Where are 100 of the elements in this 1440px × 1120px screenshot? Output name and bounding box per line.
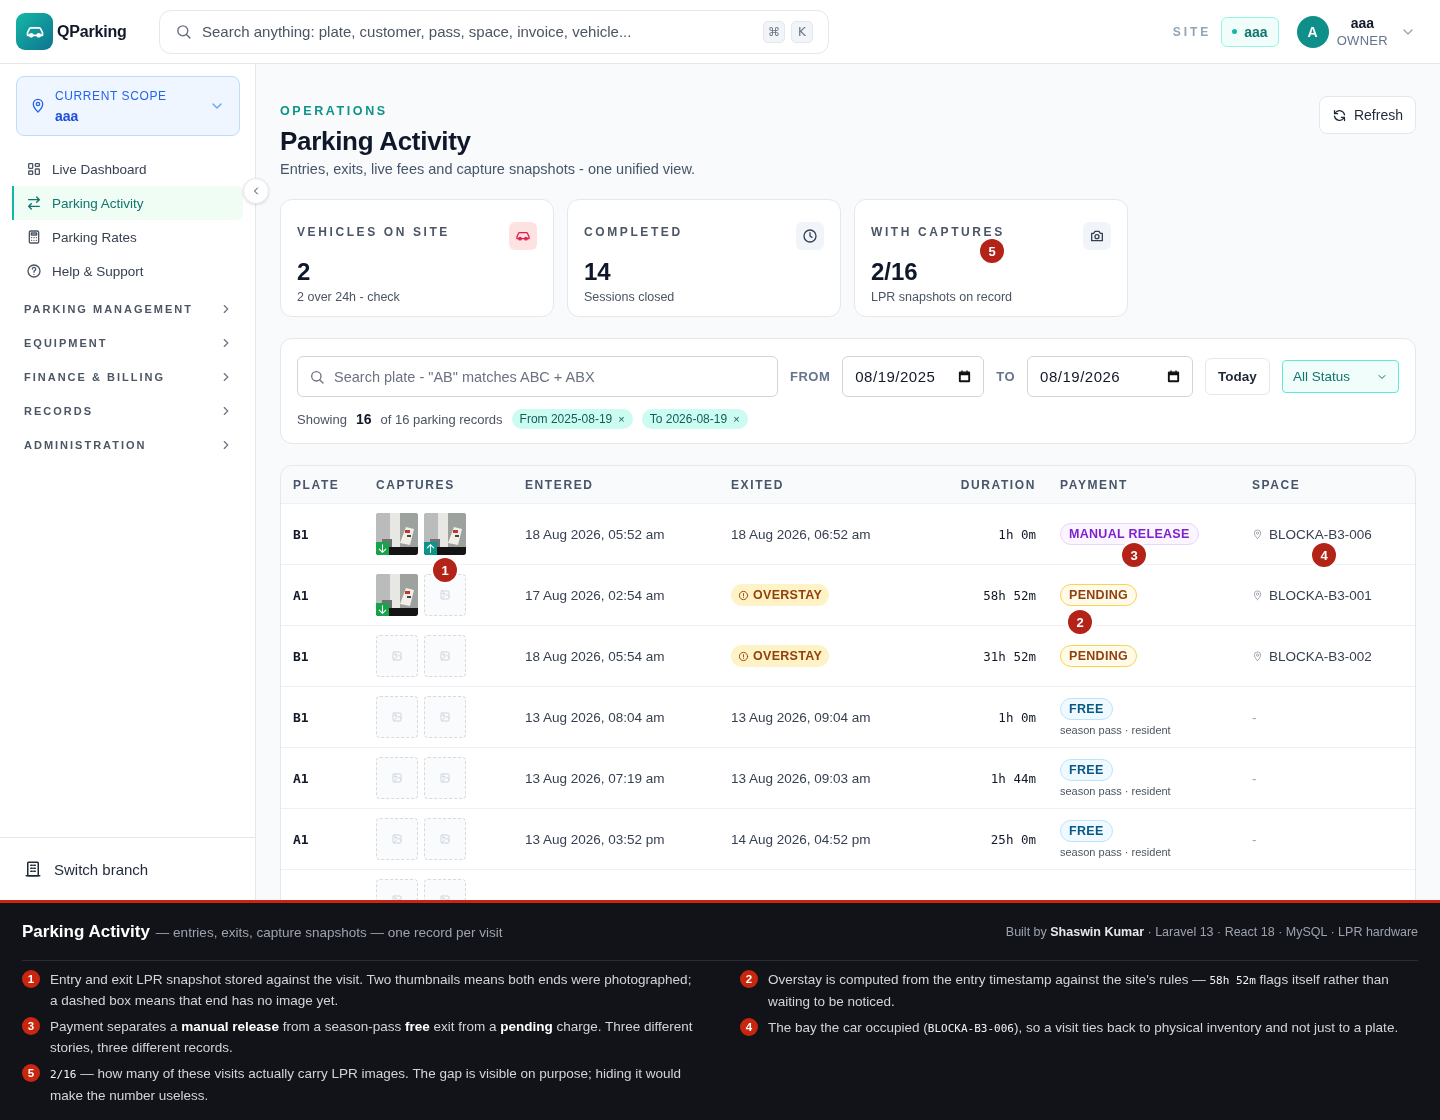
nav-section[interactable]: RECORDS <box>0 394 255 428</box>
scope-label: CURRENT SCOPE <box>55 88 168 105</box>
capture-thumbnail[interactable] <box>424 513 466 555</box>
clock-icon <box>796 222 824 250</box>
stat-label: VEHICLES ON SITE <box>297 225 450 239</box>
payment-status-badge: FREE <box>1060 820 1113 842</box>
step-marker: 3 <box>1122 543 1146 567</box>
arrow-down-icon <box>376 542 389 555</box>
arrow-up-icon <box>424 542 437 555</box>
page-title: Parking Activity <box>280 126 472 157</box>
plate-text: A1 <box>293 587 309 603</box>
duration-text: 58h 52m <box>983 587 1036 603</box>
column-header[interactable]: PAYMENT <box>1060 477 1252 492</box>
note-text: Entry and exit LPR snapshot stored against the visit. Two thumbnails means both ends were photographed; a dashed box means that end has no image yet. <box>50 971 693 1010</box>
stat-label: WITH CAPTURES <box>871 225 1005 239</box>
status-dropdown[interactable]: All Status <box>1281 360 1399 393</box>
stat-note: LPR snapshots on record <box>871 290 1014 304</box>
space-code: BLOCKA-B3-006 <box>1269 526 1372 542</box>
location-pin-icon <box>1252 589 1263 601</box>
shortcut-key: ⌘ <box>763 20 785 43</box>
credits-text: Built by Shaswin Kumar · Laravel 13 · React 18 · MySQL · LPR hardware <box>1005 924 1418 939</box>
exited-time: 14 Aug 2026, 04:52 pm <box>731 831 871 847</box>
stat-note: Sessions closed <box>584 290 676 304</box>
refresh-icon <box>1331 107 1347 123</box>
duration-text: 31h 52m <box>983 648 1036 664</box>
nav-item[interactable]: Live Dashboard <box>12 152 243 186</box>
today-button[interactable]: Today <box>1205 358 1270 395</box>
help-icon <box>26 263 42 279</box>
image-icon <box>391 650 403 662</box>
capture-thumbnail[interactable] <box>376 513 418 555</box>
space-code: BLOCKA-B3-002 <box>1269 648 1372 664</box>
image-icon <box>391 833 403 845</box>
nav-item[interactable]: Help & Support <box>12 254 243 288</box>
stat-value: 2/16 <box>871 258 919 286</box>
site-badge[interactable]: aaa <box>1221 16 1279 47</box>
column-header[interactable]: PLATE <box>293 477 376 492</box>
nav-section[interactable]: FINANCE & BILLING <box>0 360 255 394</box>
stat-label: COMPLETED <box>584 225 683 239</box>
results-count: 16 <box>355 411 372 427</box>
step-marker: 1 <box>22 970 40 988</box>
results-total: of 16 parking records <box>380 411 503 427</box>
location-pin-icon <box>30 98 46 114</box>
note-text: The bay the car occupied (BLOCKA-B3-006), so a visit ties back to physical inventory and not just to a plate. <box>768 1019 1399 1037</box>
calendar-icon <box>957 369 973 384</box>
column-header[interactable]: SPACE <box>1252 477 1415 492</box>
column-header[interactable]: ENTERED <box>525 477 731 492</box>
column-header[interactable]: DURATION <box>940 477 1060 492</box>
location-pin-icon <box>1252 528 1263 540</box>
to-label: TO <box>996 369 1016 384</box>
plate-text: B1 <box>293 648 309 664</box>
camera-icon <box>1083 222 1111 250</box>
image-icon <box>391 772 403 784</box>
footer-subtitle: — entries, exits, capture snapshots — one record per visit <box>155 924 503 940</box>
dashboard-grid-icon <box>26 161 42 177</box>
to-date-field[interactable]: 08/19/2026 <box>1027 356 1194 397</box>
payment-note: season pass · resident <box>1060 785 1171 797</box>
user-role: OWNER <box>1336 31 1388 49</box>
space-code: BLOCKA-B3-001 <box>1269 587 1372 603</box>
space-empty: - <box>1252 770 1257 786</box>
payment-status-badge: PENDING <box>1060 584 1138 606</box>
duration-text: 1h 44m <box>990 770 1036 786</box>
avatar[interactable]: A <box>1296 15 1329 48</box>
entered-time: 13 Aug 2026, 07:19 am <box>525 770 665 786</box>
scope-selector[interactable]: CURRENT SCOPE aaa <box>16 76 240 136</box>
plate-search-field[interactable]: Search plate - "AB" matches ABC + ABX <box>297 356 778 397</box>
filter-chip[interactable]: From 2025-08-19 × <box>511 409 633 429</box>
step-marker: 5 <box>22 1064 40 1082</box>
image-icon <box>439 772 451 784</box>
entered-time: 13 Aug 2026, 08:04 am <box>525 709 665 725</box>
image-icon <box>439 650 451 662</box>
nav-section[interactable]: ADMINISTRATION <box>0 428 255 462</box>
nav-item[interactable]: Parking Rates <box>12 220 243 254</box>
exited-time: 13 Aug 2026, 09:03 am <box>731 770 871 786</box>
brand-name: QParking <box>57 22 128 41</box>
section-eyebrow: OPERATIONS <box>280 104 389 118</box>
overstay-badge: OVERSTAY <box>731 584 830 606</box>
stat-value: 2 <box>297 258 312 286</box>
from-date-field[interactable]: 08/19/2025 <box>842 356 985 397</box>
nav-item[interactable]: Parking Activity <box>12 186 243 220</box>
plate-text: B1 <box>293 709 309 725</box>
capture-thumbnail[interactable] <box>376 574 418 616</box>
building-icon <box>24 860 42 878</box>
nav-section[interactable]: EQUIPMENT <box>0 326 255 360</box>
image-icon <box>439 589 451 601</box>
refresh-button[interactable]: Refresh <box>1318 96 1416 134</box>
note-text: Overstay is computed from the entry timestamp against the site's rules — 58h 52m flags itself rather than waiting to be noticed. <box>768 971 1390 1011</box>
payment-status-badge: PENDING <box>1060 645 1138 667</box>
location-pin-icon <box>1252 650 1263 662</box>
column-header[interactable]: CAPTURES <box>376 477 525 492</box>
nav-section[interactable]: PARKING MANAGEMENT <box>0 292 255 326</box>
duration-text: 1h 0m <box>998 709 1036 725</box>
alert-icon <box>738 589 749 601</box>
results-label: Showing <box>297 411 347 427</box>
filter-chip[interactable]: To 2026-08-19 × <box>641 409 748 429</box>
payment-status-badge: FREE <box>1060 759 1113 781</box>
step-marker: 5 <box>980 239 1004 263</box>
image-icon <box>439 833 451 845</box>
space-empty: - <box>1252 709 1257 725</box>
column-header[interactable]: EXITED <box>731 477 940 492</box>
footer-title: Parking Activity <box>22 921 150 941</box>
